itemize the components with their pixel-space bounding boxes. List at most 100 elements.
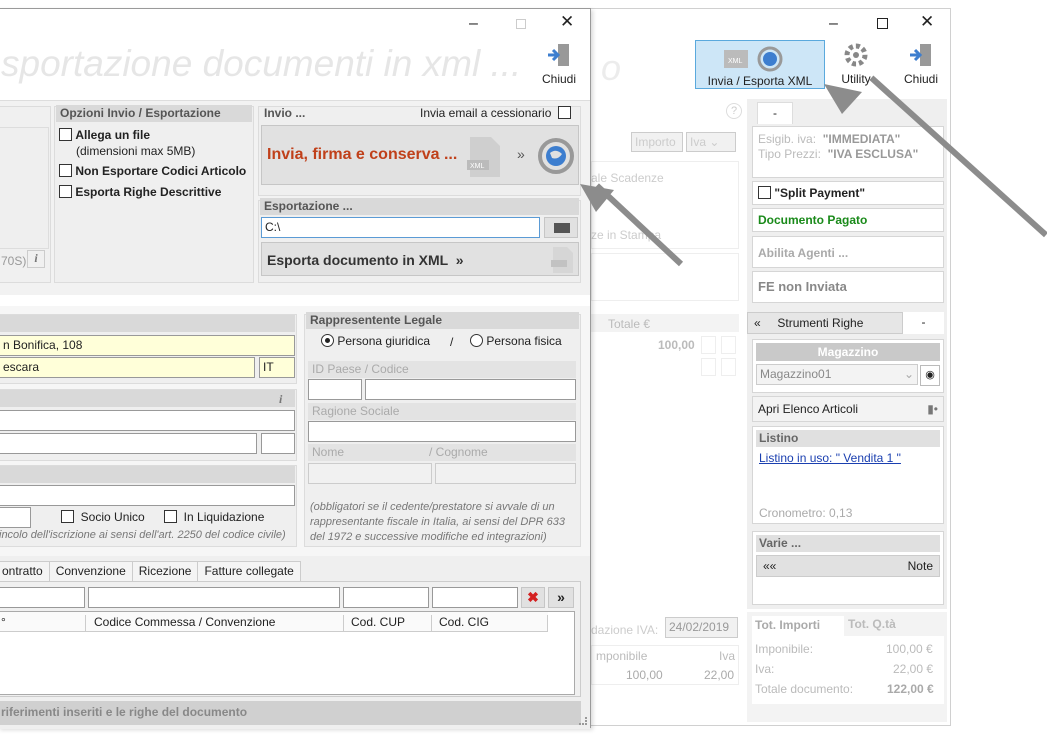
eye-icon[interactable]: ◉: [920, 365, 940, 386]
globe-sync-icon: [538, 138, 574, 174]
socio-unico-checkbox[interactable]: Socio Unico: [61, 510, 145, 524]
allega-checkbox[interactable]: Allega un file: [59, 128, 150, 142]
ref-field-1[interactable]: [0, 587, 85, 608]
liquidazione-checkbox[interactable]: In Liquidazione: [164, 510, 264, 524]
help-icon[interactable]: ?: [726, 103, 742, 119]
esigibilita-box: Esigib. iva: "IMMEDIATA" Tipo Prezzi: "I…: [752, 126, 944, 178]
invia-firma-conserva-button[interactable]: Invia, firma e conserva ... XML »: [261, 125, 579, 185]
apri-elenco-articoli-button[interactable]: Apri Elenco Articoli ▮•: [752, 396, 944, 422]
strumenti-tab-2[interactable]: -: [903, 312, 944, 334]
back-close-label: Chiudi: [903, 72, 939, 86]
chevron-down-icon: ⌄: [903, 367, 914, 381]
varie-header: Varie ...: [756, 535, 940, 552]
non-esportare-label: Non Esportare Codici Articolo: [75, 164, 247, 178]
esigib-label: Esigib. iva:: [758, 132, 817, 146]
iva-select[interactable]: Iva ⌄: [686, 132, 736, 152]
invio-email-checkbox[interactable]: Invia email a cessionario: [420, 106, 572, 120]
id-paese-header: ID Paese / Codice: [308, 361, 576, 378]
info-icon[interactable]: i: [27, 250, 45, 268]
close-window-button[interactable]: ✕: [920, 12, 934, 32]
codes-field-1[interactable]: [0, 410, 295, 431]
country-field[interactable]: IT: [259, 357, 295, 378]
non-esportare-check[interactable]: [59, 164, 72, 177]
esporta-righe-check[interactable]: [59, 185, 72, 198]
split-payment-check[interactable]: [758, 186, 771, 199]
note-button[interactable]: «« Note: [756, 555, 940, 577]
importo-field[interactable]: Importo: [631, 132, 683, 152]
arrowhead-toolbar: [824, 84, 862, 114]
listino-link[interactable]: Listino in uso: " Vendita 1 ": [756, 451, 940, 465]
rea-small-field[interactable]: [0, 507, 31, 528]
non-esportare-checkbox[interactable]: Non Esportare Codici Articolo: [59, 164, 246, 178]
persona-giuridica-dot[interactable]: [321, 334, 334, 347]
id-paese-field[interactable]: [308, 379, 362, 400]
front-maximize-button[interactable]: [516, 19, 526, 29]
date-field[interactable]: 24/02/2019: [665, 617, 738, 638]
tot-documento-label: Totale documento:: [755, 682, 854, 696]
cup-field[interactable]: [343, 587, 429, 608]
tab-fatture-collegate[interactable]: Fatture collegate: [198, 561, 301, 582]
front-close-window-button[interactable]: ✕: [560, 12, 574, 32]
commessa-field[interactable]: [88, 587, 340, 608]
nome-field[interactable]: [308, 463, 432, 484]
codes-field-3[interactable]: [261, 433, 295, 454]
rappresentante-header: Rappresentente Legale: [306, 312, 579, 329]
folder-browse-button[interactable]: [544, 217, 578, 238]
socio-unico-check[interactable]: [61, 510, 74, 523]
tot-importi-tab[interactable]: Tot. Importi: [752, 616, 844, 636]
persona-giuridica-label: Persona giuridica: [337, 334, 431, 348]
liquidazione-check[interactable]: [164, 510, 177, 523]
tot-qta-tab[interactable]: Tot. Q.tà: [848, 617, 896, 631]
resize-grip[interactable]: [579, 717, 587, 725]
rea-field[interactable]: [0, 485, 295, 506]
cognome-field[interactable]: [435, 463, 576, 484]
row-down-button[interactable]: [721, 336, 736, 354]
codes-field-2[interactable]: [0, 433, 257, 454]
abilita-agenti[interactable]: Abilita Agenti ...: [752, 236, 944, 268]
strumenti-tab[interactable]: « Strumenti Righe: [747, 312, 903, 334]
esporta-righe-checkbox[interactable]: Esporta Righe Descrittive: [59, 185, 221, 199]
id-codice-field[interactable]: [365, 379, 576, 400]
ragione-sociale-field[interactable]: [308, 421, 576, 442]
persona-fisica-radio[interactable]: Persona fisica: [470, 334, 562, 348]
col-header-commessa: Codice Commessa / Convenzione: [94, 615, 344, 632]
cig-field[interactable]: [432, 587, 518, 608]
documento-pagato[interactable]: Documento Pagato: [752, 208, 944, 232]
magazzino-select[interactable]: Magazzino01 ⌄: [756, 364, 918, 385]
dialog-close-button[interactable]: Chiudi: [534, 41, 584, 89]
esigib-value: "IMMEDIATA": [822, 132, 901, 146]
front-minimize-button[interactable]: –: [469, 15, 478, 33]
split-payment-checkbox[interactable]: "Split Payment": [752, 181, 944, 205]
minimize-button[interactable]: –: [829, 15, 838, 33]
listino-header: Listino: [756, 430, 940, 447]
tot-imponibile-label: Imponibile:: [755, 642, 814, 656]
tab-contratto[interactable]: ontratto: [0, 561, 50, 582]
allega-check[interactable]: [59, 128, 72, 141]
maximize-button[interactable]: [877, 18, 888, 29]
row-extra-1[interactable]: [701, 358, 716, 376]
arrowhead-invia: [580, 184, 614, 212]
back-close-button[interactable]: Chiudi: [896, 41, 946, 89]
delete-row-button[interactable]: ✖: [521, 587, 545, 608]
send-export-xml-button[interactable]: XML Invia / Esporta XML: [695, 40, 825, 89]
city-field[interactable]: escara: [0, 357, 255, 378]
codes-header: [0, 390, 295, 407]
address-field[interactable]: n Bonifica, 108: [0, 335, 295, 356]
strumenti-prefix: «: [754, 316, 761, 330]
more-button[interactable]: »: [548, 587, 574, 608]
persona-fisica-dot[interactable]: [470, 334, 483, 347]
left-fragment-box: [0, 127, 49, 249]
esporta-xml-button[interactable]: Esporta documento in XML »: [261, 242, 579, 276]
tab-convenzione[interactable]: Convenzione: [49, 561, 133, 582]
export-path-input[interactable]: C:\: [261, 217, 540, 238]
persona-fisica-label: Persona fisica: [486, 334, 562, 348]
side-tab[interactable]: -: [757, 102, 793, 124]
dialog-title: sportazione documenti in xml ...: [1, 43, 522, 84]
persona-giuridica-radio[interactable]: Persona giuridica: [321, 334, 430, 348]
footer-text: riferimenti inseriti e le righe del docu…: [0, 701, 581, 725]
row-extra-2[interactable]: [721, 358, 736, 376]
codes-info-icon[interactable]: i: [279, 392, 282, 407]
tab-ricezione[interactable]: Ricezione: [132, 561, 199, 582]
invio-email-check[interactable]: [558, 106, 572, 119]
row-up-button[interactable]: [701, 336, 716, 354]
